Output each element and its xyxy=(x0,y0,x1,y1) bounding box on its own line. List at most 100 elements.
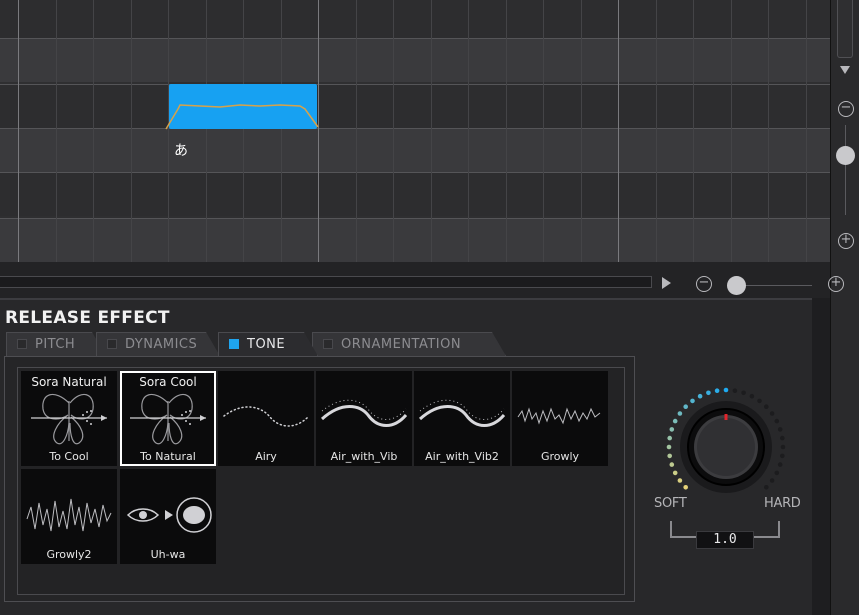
bar-line xyxy=(618,0,619,262)
preset-caption: Air_with_Vib2 xyxy=(425,450,499,463)
preset-air-with-vib[interactable]: Air_with_Vib xyxy=(316,371,412,466)
knob-level-dot xyxy=(780,435,785,441)
tab-ornamentation[interactable]: ORNAMENTATION xyxy=(312,332,506,356)
vertical-scrollbar[interactable] xyxy=(837,0,853,58)
knob-level-dot xyxy=(697,393,703,399)
preset-caption: To Cool xyxy=(49,450,89,463)
tab-checkbox[interactable] xyxy=(107,339,117,349)
beat-line xyxy=(356,0,357,262)
preset-growly2[interactable]: Growly2 xyxy=(21,469,117,564)
knob-level-dot xyxy=(667,435,672,441)
key-lane xyxy=(0,128,830,172)
key-divider xyxy=(0,128,830,129)
beat-line xyxy=(806,0,807,262)
knob-value-field[interactable]: 1.0 xyxy=(696,531,754,549)
horizontal-zoom-track[interactable] xyxy=(737,285,812,286)
preset-airy[interactable]: Airy xyxy=(218,371,314,466)
tab-pitch[interactable]: PITCH xyxy=(6,332,106,356)
preset-sora-cool[interactable]: Sora Cool To Natural xyxy=(120,371,216,466)
beat-line xyxy=(656,0,657,262)
knob-level-dot xyxy=(741,390,746,396)
knob-level-dot xyxy=(690,398,695,404)
beat-line xyxy=(506,0,507,262)
scroll-right-arrow-icon[interactable] xyxy=(662,277,671,289)
knob-level-dot xyxy=(723,387,729,393)
knob-level-dot xyxy=(764,485,769,490)
vertical-zoom-slider[interactable] xyxy=(836,146,855,165)
zoom-in-vertical-icon[interactable]: + xyxy=(838,233,854,249)
knob-level-dot xyxy=(777,427,783,432)
beat-line xyxy=(468,0,469,262)
preset-uh-wa[interactable]: Uh-wa xyxy=(120,469,216,564)
horizontal-scroll-strip: − + xyxy=(0,262,844,298)
knob-level-dot xyxy=(683,404,688,409)
knob-level-dot xyxy=(777,462,783,467)
knob-level-dot xyxy=(774,470,780,476)
knob-level-dot xyxy=(706,390,711,396)
preset-top-label: Sora Cool xyxy=(139,375,197,389)
tab-checkbox[interactable] xyxy=(323,339,333,349)
vertical-scroll-strip: − + xyxy=(830,0,859,615)
preset-caption: Airy xyxy=(255,450,277,463)
beat-line xyxy=(393,0,394,262)
preset-grid: Sora Natural To Cool Sora Cool To Natura… xyxy=(17,367,625,595)
knob-level-dot xyxy=(677,478,683,483)
vertical-zoom-track[interactable] xyxy=(845,125,846,215)
preset-caption: Air_with_Vib xyxy=(330,450,398,463)
note-lyric[interactable]: あ xyxy=(174,140,188,160)
beat-line xyxy=(431,0,432,262)
knob-level-dot xyxy=(669,427,675,432)
tab-checkbox[interactable] xyxy=(17,339,27,349)
key-lane xyxy=(0,172,830,216)
beat-line xyxy=(731,0,732,262)
beat-line xyxy=(56,0,57,262)
knob-level-dot xyxy=(769,411,775,416)
key-divider xyxy=(0,84,830,85)
key-lane xyxy=(0,218,830,262)
knob-min-label: SOFT xyxy=(654,496,687,511)
knob-max-label: HARD xyxy=(764,496,801,511)
key-lane xyxy=(0,38,830,82)
beat-line xyxy=(131,0,132,262)
pitch-curve xyxy=(165,104,319,130)
tab-checkbox[interactable] xyxy=(229,339,239,349)
zoom-out-horizontal-icon[interactable]: − xyxy=(696,276,712,292)
knob-level-dot xyxy=(714,388,720,393)
knob-level-dot xyxy=(764,404,769,409)
knob-level-dot xyxy=(757,398,762,404)
zoom-in-horizontal-icon[interactable]: + xyxy=(828,276,844,292)
horizontal-scrollbar[interactable] xyxy=(0,276,652,288)
knob-level-dot xyxy=(769,478,775,483)
piano-roll[interactable]: あ xyxy=(0,0,830,262)
knob-level-dot xyxy=(749,393,755,399)
knob-level-dot xyxy=(732,388,738,393)
tone-content: Sora Natural To Cool Sora Cool To Natura… xyxy=(4,356,635,602)
preset-caption: Growly xyxy=(540,450,580,463)
knob-level-dot xyxy=(672,470,678,476)
preset-growly[interactable]: Growly xyxy=(512,371,608,466)
beat-line xyxy=(693,0,694,262)
horizontal-zoom-slider[interactable] xyxy=(727,276,746,295)
intensity-knob-control: SOFT HARD 1.0 xyxy=(640,380,801,560)
scroll-down-arrow-icon[interactable] xyxy=(840,66,850,74)
knob-level-dot xyxy=(669,462,675,467)
beat-line xyxy=(543,0,544,262)
key-divider xyxy=(0,38,830,39)
knob-level-dot xyxy=(667,453,672,459)
zoom-out-vertical-icon[interactable]: − xyxy=(838,101,854,117)
key-divider xyxy=(0,172,830,173)
preset-air-with-vib2[interactable]: Air_with_Vib2 xyxy=(414,371,510,466)
bar-line xyxy=(18,0,19,262)
preset-caption: Growly2 xyxy=(46,548,92,561)
key-lane xyxy=(0,84,830,128)
preset-caption: Uh-wa xyxy=(150,548,186,561)
knob-level-dot xyxy=(672,418,678,424)
tab-dynamics[interactable]: DYNAMICS xyxy=(96,332,220,356)
preset-sora-natural[interactable]: Sora Natural To Cool xyxy=(21,371,117,466)
beat-line xyxy=(93,0,94,262)
knob-level-dot xyxy=(774,418,780,424)
tab-tone[interactable]: TONE xyxy=(218,332,318,356)
knob-level-dot xyxy=(677,411,683,416)
knob-level-dot xyxy=(666,444,672,450)
panel-title: RELEASE EFFECT xyxy=(5,308,170,328)
